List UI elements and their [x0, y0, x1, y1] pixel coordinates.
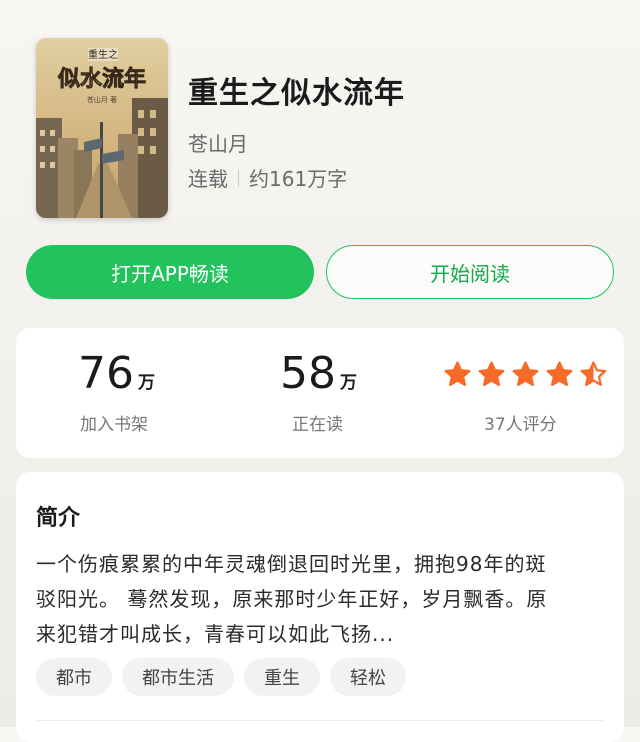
star-full-icon [546, 361, 573, 386]
tag-chip[interactable]: 重生 [244, 658, 320, 696]
reading-label: 正在读 [292, 415, 343, 435]
serial-status: 连载 [188, 167, 228, 191]
intro-heading: 简介 [36, 506, 81, 531]
tag-list: 都市 都市生活 重生 轻松 [36, 658, 406, 696]
shelf-count: 76 万 [78, 348, 155, 399]
book-meta: 连载 约161万字 [188, 163, 347, 192]
shelf-label: 加入书架 [80, 415, 148, 435]
meta-divider [238, 168, 239, 187]
star-full-icon [512, 361, 539, 386]
shelf-count-unit: 万 [138, 373, 155, 393]
book-cover[interactable]: 重生之 似水流年 苍山月 著 [36, 38, 168, 218]
intro-text[interactable]: 一个伤痕累累的中年灵魂倒退回时光里，拥抱98年的斑 驳阳光。 蓦然发现，原来那时… [36, 547, 611, 652]
intro-line: 来犯错才叫成长，青春可以如此飞扬... [36, 622, 395, 646]
rating-label[interactable]: 37人评分 [484, 410, 557, 435]
intro-line: 一个伤痕累累的中年灵魂倒退回时光里，拥抱98年的斑 [36, 552, 547, 576]
star-full-icon [478, 361, 505, 386]
intro-line: 驳阳光。 蓦然发现，原来那时少年正好，岁月飘香。原 [36, 587, 548, 611]
reading-count-unit: 万 [340, 373, 357, 393]
shelf-count-number: 76 [78, 348, 134, 399]
rating-stars[interactable] [444, 361, 607, 388]
star-full-icon [444, 361, 471, 386]
open-app-button[interactable]: 打开APP畅读 [26, 245, 314, 299]
word-count: 约161万字 [249, 167, 348, 191]
book-author[interactable]: 苍山月 [188, 128, 248, 157]
reading-count: 58 万 [280, 348, 357, 399]
tag-chip[interactable]: 都市生活 [122, 658, 234, 696]
book-cover-image: 重生之 似水流年 苍山月 著 [36, 38, 168, 218]
book-title: 重生之似水流年 [188, 76, 405, 111]
tag-chip[interactable]: 轻松 [330, 658, 406, 696]
divider [36, 720, 604, 721]
intro-card: 简介 一个伤痕累累的中年灵魂倒退回时光里，拥抱98年的斑 驳阳光。 蓦然发现，原… [16, 472, 624, 742]
stats-card: 76 万 加入书架 58 万 正在读 37人评分 [16, 328, 624, 458]
reading-count-number: 58 [280, 348, 336, 399]
tag-chip[interactable]: 都市 [36, 658, 112, 696]
star-half-icon [580, 361, 607, 386]
start-reading-button[interactable]: 开始阅读 [326, 245, 614, 299]
